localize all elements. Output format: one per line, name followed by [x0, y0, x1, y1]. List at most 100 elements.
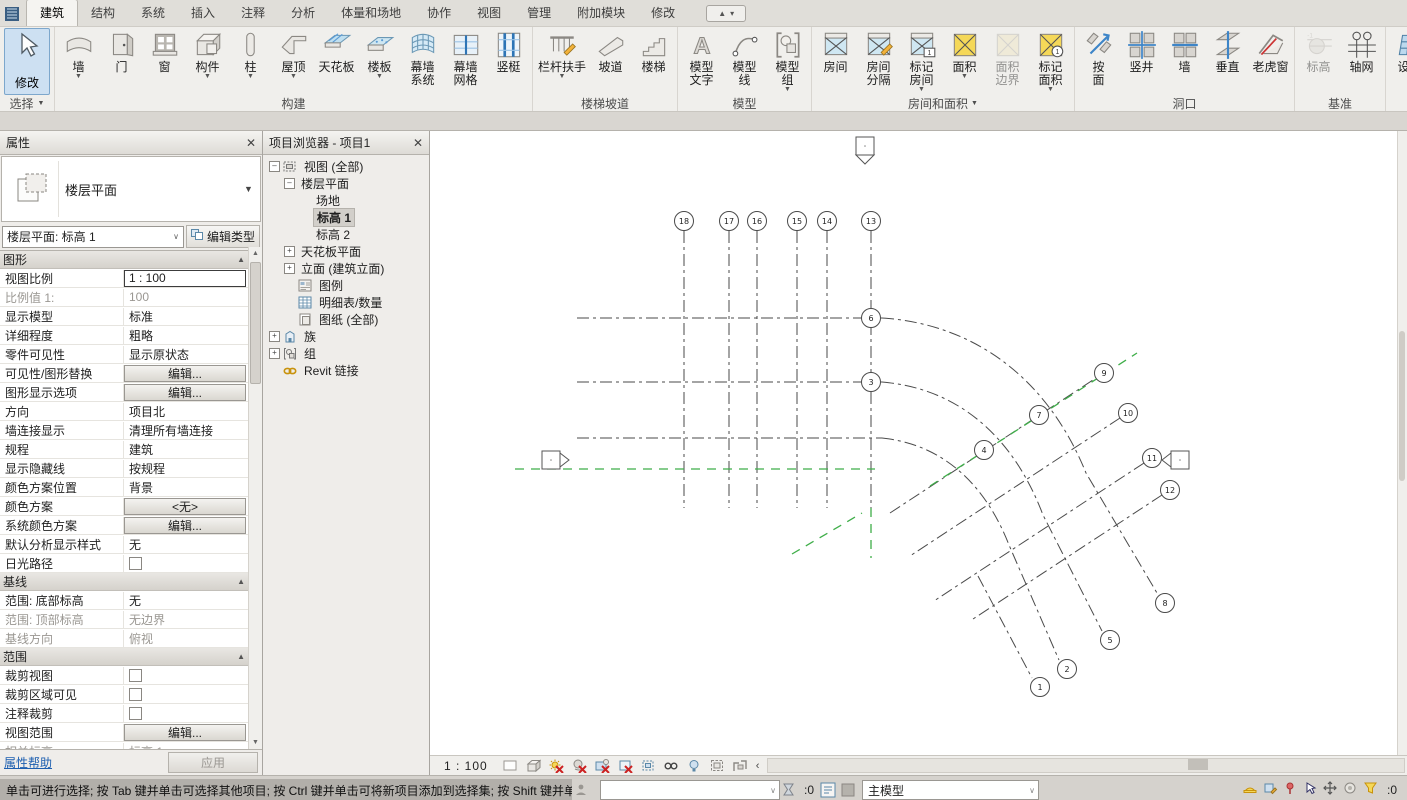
ribbon-button-wall[interactable]: 墙▼ [57, 28, 100, 81]
tree-item-图纸-(全部)[interactable]: 图纸 (全部) [263, 311, 429, 328]
grid-bubble-7[interactable]: 7 [1030, 406, 1049, 425]
property-value[interactable]: 无 [124, 536, 249, 553]
ribbon-button-room-separator[interactable]: 房间分隔 [857, 28, 900, 88]
value-input[interactable]: 1 : 100 [124, 270, 246, 287]
grid-bubble-14[interactable]: 14 [818, 212, 837, 231]
property-group-header[interactable]: 范围▲ [0, 648, 249, 666]
scroll-down-icon[interactable]: ▼ [252, 736, 259, 749]
show-crop-icon[interactable] [640, 758, 656, 773]
ribbon-button-workplane-set[interactable]: 设置 [1388, 28, 1407, 75]
property-value[interactable]: 无边界 [124, 611, 249, 628]
tree-item-族[interactable]: +族 [263, 328, 429, 345]
grid-curve-5[interactable] [910, 418, 1120, 556]
filter-icon[interactable] [1363, 781, 1378, 799]
properties-help-link[interactable]: 属性帮助 [4, 754, 52, 771]
tab-2[interactable]: 系统 [128, 0, 178, 26]
select-dropdown[interactable]: 选择 ▼ [4, 95, 50, 111]
grid-bubble-8[interactable]: 8 [1156, 594, 1175, 613]
ribbon-button-mullion[interactable]: 竖梃 [487, 28, 530, 75]
property-value[interactable]: 100 [124, 290, 249, 304]
sun-path-off-icon[interactable] [548, 758, 564, 773]
ribbon-button-door[interactable]: 门 [100, 28, 143, 75]
ribbon-button-stair[interactable]: 楼梯 [632, 28, 675, 75]
tab-9[interactable]: 管理 [514, 0, 564, 26]
elevation-marker-right[interactable] [1162, 451, 1189, 469]
temporary-hide-icon[interactable] [686, 758, 702, 773]
tab-6[interactable]: 体量和场地 [328, 0, 414, 26]
shadows-off-icon[interactable] [571, 758, 587, 773]
grid-bubble-15[interactable]: 15 [788, 212, 807, 231]
ribbon-button-model-text[interactable]: A模型文字 [680, 28, 723, 88]
ribbon-button-column[interactable]: 柱▼ [229, 28, 272, 81]
tree-item-标高-2[interactable]: 标高 2 [263, 226, 429, 243]
scroll-up-icon[interactable]: ▲ [252, 247, 259, 260]
grid-bubble-18[interactable]: 18 [675, 212, 694, 231]
ribbon-button-window[interactable]: 窗 [143, 28, 186, 75]
active-workset-combo[interactable]: 主模型 ∨ [862, 780, 1039, 800]
property-value[interactable]: 无 [124, 592, 249, 609]
ribbon-button-curtain-grid[interactable]: 幕墙网格 [444, 28, 487, 88]
grid-curve-0[interactable] [882, 318, 1157, 593]
property-group-header[interactable]: 图形▲ [0, 251, 249, 269]
property-value[interactable]: 项目北 [124, 403, 249, 420]
grid-bubble-2[interactable]: 2 [1058, 660, 1077, 679]
drawing-area[interactable]: 181716151413634791011128521 [430, 131, 1407, 756]
grid-bubble-16[interactable]: 16 [748, 212, 767, 231]
tree-expander-icon[interactable]: + [269, 331, 280, 342]
tree-item-组[interactable]: +组 [263, 345, 429, 362]
tree-item-Revit-链接[interactable]: Revit 链接 [263, 362, 429, 379]
ribbon-button-tag-area[interactable]: 1标记面积▼ [1029, 28, 1072, 94]
checkbox[interactable] [129, 669, 142, 682]
visual-style-icon[interactable] [525, 758, 541, 773]
tree-expander-icon[interactable]: + [284, 263, 295, 274]
ribbon-button-room[interactable]: 房间 [814, 28, 857, 75]
tab-0[interactable]: 建筑 [26, 0, 78, 26]
grid-bubble-6[interactable]: 6 [862, 309, 881, 328]
tree-item-标高-1[interactable]: 标高 1 [263, 209, 429, 226]
instance-combo[interactable]: 楼层平面: 标高 1 ∨ [2, 226, 184, 248]
tree-item-场地[interactable]: 场地 [263, 192, 429, 209]
worksets-icon[interactable] [1243, 781, 1258, 799]
ribbon-button-vertical-opening[interactable]: 垂直 [1206, 28, 1249, 75]
grid-bubble-11[interactable]: 11 [1143, 449, 1162, 468]
tab-10[interactable]: 附加模块 [564, 0, 638, 26]
edit-button[interactable]: 编辑... [124, 517, 246, 534]
grid-bubble-12[interactable]: 12 [1161, 481, 1180, 500]
grid-bubble-10[interactable]: 10 [1119, 404, 1138, 423]
temporary-view-properties-icon[interactable] [709, 758, 725, 773]
type-selector[interactable]: 楼层平面 ▼ [1, 156, 261, 222]
properties-scrollbar[interactable]: ▲ ▼ [248, 247, 262, 749]
apply-button[interactable]: 应用 [168, 752, 258, 773]
grid-bubble-3[interactable]: 3 [862, 373, 881, 392]
drag-select-icon[interactable] [1323, 781, 1338, 799]
ribbon-button-dormer[interactable]: 老虎窗 [1249, 28, 1292, 75]
grid-curve-4[interactable] [890, 378, 1096, 513]
ribbon-button-shaft[interactable]: 竖井 [1120, 28, 1163, 75]
checkbox[interactable] [129, 707, 142, 720]
tree-item-立面-(建筑立面)[interactable]: +立面 (建筑立面) [263, 260, 429, 277]
ribbon-collapse-control[interactable]: ▲▾ [706, 5, 746, 22]
tree-expander-icon[interactable]: + [284, 246, 295, 257]
design-options-icon[interactable] [1263, 781, 1278, 799]
grid-bubble-13[interactable]: 13 [862, 212, 881, 231]
property-value[interactable]: 清理所有墙连接 [124, 422, 249, 439]
worksharing-display-icon[interactable] [732, 758, 748, 773]
ribbon-button-component[interactable]: 构件▼ [186, 28, 229, 81]
tree-expander-icon[interactable]: + [269, 348, 280, 359]
status-combo[interactable]: ∨ [600, 780, 780, 800]
tab-3[interactable]: 插入 [178, 0, 228, 26]
ribbon-button-ramp[interactable]: 坡道 [589, 28, 632, 75]
ribbon-button-model-line[interactable]: 模型线 [723, 28, 766, 88]
tab-8[interactable]: 视图 [464, 0, 514, 26]
face-select-icon[interactable] [1343, 781, 1358, 799]
grid-bubble-1[interactable]: 1 [1031, 678, 1050, 697]
crop-view-off-icon[interactable] [617, 758, 633, 773]
tree-item-图例[interactable]: 图例 [263, 277, 429, 294]
tree-item-明细表/数量[interactable]: 明细表/数量 [263, 294, 429, 311]
ribbon-button-roof[interactable]: 屋顶▼ [272, 28, 315, 81]
grid-bubble-4[interactable]: 4 [975, 441, 994, 460]
grid-bubble-9[interactable]: 9 [1095, 364, 1114, 383]
back-chevron-icon[interactable]: ‹ [756, 760, 760, 772]
edit-button[interactable]: 编辑... [124, 365, 246, 382]
property-value[interactable]: 建筑 [124, 441, 249, 458]
